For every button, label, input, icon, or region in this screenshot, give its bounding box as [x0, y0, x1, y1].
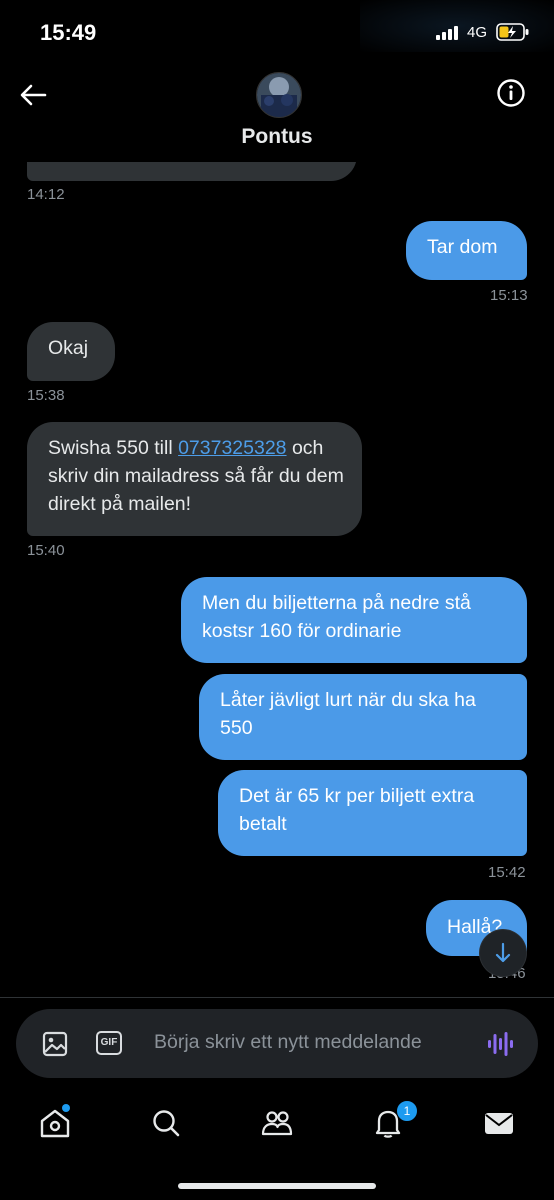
message-timestamp: 15:42 [488, 864, 526, 881]
add-image-button[interactable] [42, 1031, 68, 1062]
avatar[interactable] [256, 72, 302, 118]
message-bubble-outgoing[interactable]: Men du biljetterna på nedre stå kostsr 1… [181, 577, 527, 663]
image-icon [42, 1031, 68, 1057]
search-icon [153, 1110, 180, 1137]
info-icon [497, 79, 525, 107]
gif-button[interactable]: GIF [96, 1031, 122, 1055]
phone-number-link[interactable]: 0737325328 [178, 437, 286, 459]
battery-icon [496, 23, 530, 46]
message-text: Tar dom [427, 236, 498, 258]
network-label: 4G [467, 24, 488, 41]
divider [0, 997, 554, 998]
status-time: 15:49 [40, 20, 97, 45]
message-bubble-outgoing[interactable]: Tar dom [406, 221, 527, 280]
home-indicator [178, 1183, 376, 1189]
voice-wave-icon [488, 1032, 513, 1056]
message-timestamp: 15:38 [27, 387, 65, 404]
communities-icon [261, 1111, 293, 1136]
info-button[interactable] [496, 78, 526, 108]
mail-icon [485, 1113, 513, 1134]
arrow-left-icon [20, 84, 47, 106]
message-text: Låter jävligt lurt när du ska ha 550 [220, 689, 476, 739]
contact-name[interactable]: Pontus [0, 125, 554, 149]
message-input[interactable]: Börja skriv ett nytt meddelande [154, 1031, 422, 1054]
message-timestamp: 14:12 [27, 186, 65, 203]
tab-communities[interactable] [260, 1106, 294, 1140]
message-composer: GIF Börja skriv ett nytt meddelande [16, 1009, 538, 1078]
message-text: Okaj [48, 337, 89, 359]
scroll-to-bottom-button[interactable] [480, 930, 526, 976]
tab-search[interactable] [149, 1106, 183, 1140]
message-timestamp: 15:13 [490, 287, 528, 304]
tab-messages[interactable] [482, 1106, 516, 1140]
conversation-header: Pontus [0, 64, 554, 162]
message-text: Men du biljetterna på nedre stå kostsr 1… [202, 592, 471, 642]
message-text: Swisha 550 till [48, 437, 179, 459]
arrow-down-icon [495, 942, 511, 963]
message-bubble-incoming[interactable]: Okaj [27, 322, 115, 381]
message-bubble-outgoing[interactable]: Låter jävligt lurt när du ska ha 550 [199, 674, 527, 760]
status-bar: 15:49 4G [0, 0, 554, 64]
message-text: Det är 65 kr per biljett extra betalt [239, 785, 475, 835]
voice-message-button[interactable] [486, 1030, 514, 1063]
home-notification-dot [62, 1104, 70, 1112]
message-timestamp: 15:40 [27, 542, 65, 559]
notification-badge: 1 [396, 1100, 418, 1122]
message-bubble-outgoing[interactable]: Det är 65 kr per biljett extra betalt [218, 770, 527, 856]
back-button[interactable] [18, 80, 48, 110]
message-bubble-incoming[interactable]: Swisha 550 till 0737325328 och skriv din… [27, 422, 362, 536]
signal-icon [436, 26, 460, 45]
